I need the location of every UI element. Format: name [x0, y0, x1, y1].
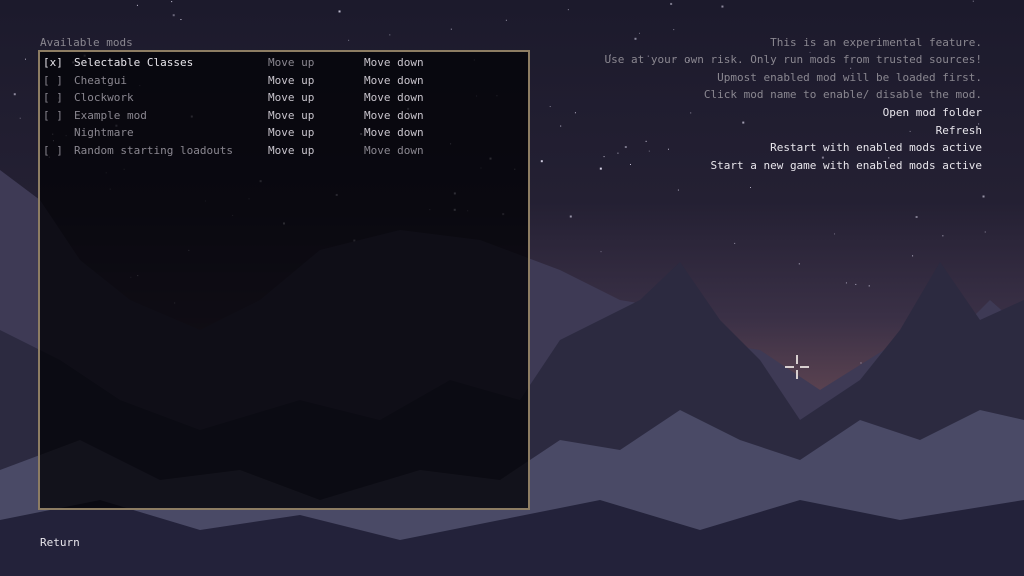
- mod-checkbox[interactable]: [x]: [43, 56, 63, 70]
- move-up-button[interactable]: Move up: [268, 74, 314, 88]
- return-button[interactable]: Return: [40, 536, 80, 550]
- star: [450, 28, 452, 30]
- star: [670, 2, 673, 5]
- star: [505, 19, 507, 21]
- star: [942, 235, 944, 237]
- move-down-button[interactable]: Move down: [364, 109, 424, 123]
- star: [750, 186, 752, 188]
- star: [690, 112, 692, 114]
- star: [860, 362, 862, 364]
- mod-checkbox[interactable]: [ ]: [43, 91, 63, 105]
- info-line: Use at your own risk. Only run mods from…: [604, 53, 983, 66]
- move-down-button[interactable]: Move down: [364, 126, 424, 140]
- star: [549, 106, 551, 108]
- star: [798, 263, 800, 265]
- star: [348, 39, 350, 41]
- star: [13, 93, 16, 96]
- move-up-button[interactable]: Move up: [268, 126, 314, 140]
- mod-checkbox[interactable]: [ ]: [43, 144, 63, 158]
- star: [834, 233, 836, 235]
- star: [677, 189, 679, 191]
- star: [569, 215, 572, 218]
- mod-name[interactable]: Clockwork: [74, 91, 134, 105]
- star: [24, 58, 26, 60]
- star: [599, 167, 602, 170]
- open-mod-folder-button[interactable]: Open mod folder: [883, 106, 982, 120]
- move-up-button[interactable]: Move up: [268, 91, 314, 105]
- star: [180, 19, 182, 21]
- move-up-button[interactable]: Move up: [268, 144, 314, 158]
- info-line: Click mod name to enable/ disable the mo…: [703, 88, 982, 101]
- restart-with-mods-button[interactable]: Restart with enabled mods active: [770, 141, 982, 155]
- mod-name[interactable]: Selectable Classes: [74, 56, 193, 70]
- star: [574, 112, 576, 114]
- star: [19, 117, 21, 119]
- star: [648, 150, 650, 152]
- info-line: Upmost enabled mod will be loaded first.: [717, 71, 982, 84]
- star: [645, 140, 647, 142]
- star: [172, 14, 175, 17]
- move-down-button: Move down: [364, 144, 424, 157]
- mods-header: Available mods: [40, 36, 133, 49]
- move-up-button[interactable]: Move up: [268, 109, 314, 123]
- move-down-button[interactable]: Move down: [364, 74, 424, 88]
- star: [855, 283, 857, 285]
- star: [136, 4, 138, 6]
- star: [638, 32, 640, 34]
- star: [624, 146, 627, 149]
- crosshair-cursor-icon: [785, 355, 809, 379]
- star: [845, 282, 847, 284]
- move-up-button: Move up: [268, 56, 315, 69]
- star: [909, 130, 911, 132]
- star: [984, 231, 986, 233]
- star: [634, 37, 637, 40]
- star: [734, 242, 736, 244]
- star: [389, 34, 391, 36]
- star: [603, 156, 605, 158]
- star: [171, 1, 173, 3]
- star: [540, 160, 543, 163]
- star: [560, 125, 562, 127]
- info-line: This is an experimental feature.: [770, 36, 982, 49]
- mod-name[interactable]: Random starting loadouts: [74, 144, 233, 158]
- star: [567, 9, 569, 11]
- star: [667, 148, 669, 150]
- mod-checkbox[interactable]: [ ]: [43, 74, 63, 88]
- star: [721, 5, 724, 8]
- star: [742, 121, 745, 124]
- mod-checkbox[interactable]: [ ]: [43, 109, 63, 123]
- star: [972, 0, 974, 2]
- star: [673, 29, 675, 31]
- star: [629, 163, 631, 165]
- move-down-button[interactable]: Move down: [364, 56, 424, 70]
- mod-name[interactable]: Cheatgui: [74, 74, 127, 88]
- star: [868, 285, 870, 287]
- star: [915, 215, 918, 218]
- star: [912, 255, 914, 257]
- star: [617, 152, 619, 154]
- refresh-button[interactable]: Refresh: [936, 124, 982, 138]
- mod-name[interactable]: Example mod: [74, 109, 147, 123]
- star: [600, 251, 602, 253]
- mod-name[interactable]: Nightmare: [74, 126, 134, 140]
- star: [338, 10, 341, 13]
- star: [850, 67, 852, 69]
- new-game-with-mods-button[interactable]: Start a new game with enabled mods activ…: [710, 159, 982, 173]
- move-down-button[interactable]: Move down: [364, 91, 424, 105]
- star: [982, 195, 985, 198]
